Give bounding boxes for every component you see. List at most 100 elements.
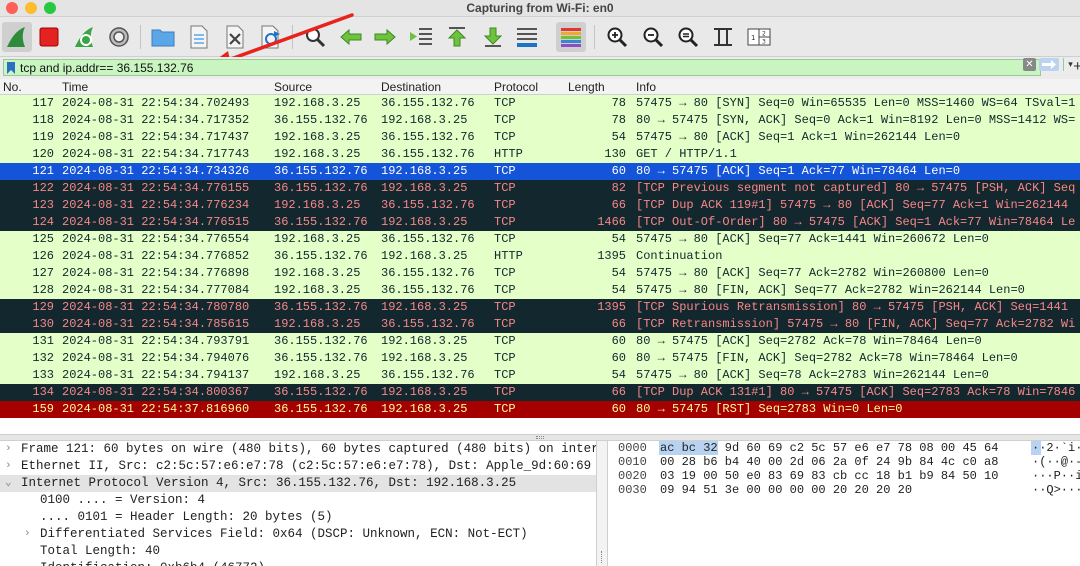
packet-cell-len: 78 <box>611 113 626 127</box>
resize-columns-button[interactable] <box>708 22 738 52</box>
column-header-destination[interactable]: Destination <box>381 80 441 94</box>
go-forward-button[interactable] <box>370 22 400 52</box>
packet-row[interactable]: 118 2024-08-31 22:54:34.717352 36.155.132.… <box>0 112 1080 129</box>
resize-columns-icon <box>714 28 732 46</box>
clear-filter-icon[interactable]: ✕ <box>1023 58 1036 71</box>
hex-bytes[interactable]: ac bc 32 9d 60 69 c2 5c 57 e6 e7 78 08 0… <box>660 441 998 455</box>
packet-row[interactable]: 159 2024-08-31 22:54:37.816960 36.155.132.… <box>0 401 1080 418</box>
vertical-splitter[interactable] <box>596 441 608 566</box>
expand-toggle-icon[interactable]: › <box>5 458 15 475</box>
packet-row[interactable]: 134 2024-08-31 22:54:34.800367 36.155.132.… <box>0 384 1080 401</box>
expand-toggle-icon[interactable]: › <box>5 441 15 458</box>
packet-cell-no: 122 <box>32 181 54 195</box>
detail-tree-item[interactable]: 0100 .... = Version: 4 <box>0 492 596 509</box>
stop-square-icon <box>39 27 59 47</box>
detail-tree-item[interactable]: › Differentiated Services Field: 0x64 (DS… <box>0 526 596 543</box>
hex-bytes[interactable]: 09 94 51 3e 00 00 00 00 20 20 20 20 <box>660 483 912 497</box>
packet-row[interactable]: 125 2024-08-31 22:54:34.776554 192.168.3.2… <box>0 231 1080 248</box>
packet-cell-src: 192.168.3.25 <box>274 283 361 297</box>
packet-row[interactable]: 120 2024-08-31 22:54:34.717743 192.168.3.2… <box>0 146 1080 163</box>
packet-row[interactable]: 122 2024-08-31 22:54:34.776155 36.155.132.… <box>0 180 1080 197</box>
packet-cell-no: 130 <box>32 317 54 331</box>
go-first-button[interactable] <box>442 22 472 52</box>
packet-cell-dst: 36.155.132.76 <box>381 198 475 212</box>
capture-options-button[interactable] <box>104 22 134 52</box>
packet-row[interactable]: 121 2024-08-31 22:54:34.734326 36.155.132.… <box>0 163 1080 180</box>
auto-scroll-button[interactable] <box>512 22 542 52</box>
start-capture-button[interactable] <box>2 22 32 52</box>
packet-cell-src: 192.168.3.25 <box>274 198 361 212</box>
expand-toggle-icon[interactable]: ⌄ <box>5 475 15 492</box>
packet-cell-no: 129 <box>32 300 54 314</box>
column-header-source[interactable]: Source <box>274 80 312 94</box>
packet-row[interactable]: 123 2024-08-31 22:54:34.776234 192.168.3.2… <box>0 197 1080 214</box>
packet-cell-dst: 192.168.3.25 <box>381 334 468 348</box>
go-last-button[interactable] <box>478 22 508 52</box>
detail-tree-item[interactable]: Total Length: 40 <box>0 543 596 560</box>
packet-row[interactable]: 133 2024-08-31 22:54:34.794137 192.168.3.2… <box>0 367 1080 384</box>
packet-row[interactable]: 130 2024-08-31 22:54:34.785615 192.168.3.2… <box>0 316 1080 333</box>
detail-tree-item[interactable]: ⌄ Internet Protocol Version 4, Src: 36.15… <box>0 475 596 492</box>
expand-toggle-icon[interactable]: › <box>24 526 34 543</box>
column-header-length[interactable]: Length <box>568 80 605 94</box>
packet-row[interactable]: 127 2024-08-31 22:54:34.776898 192.168.3.2… <box>0 265 1080 282</box>
bookmark-icon[interactable] <box>5 60 17 75</box>
detail-tree-item[interactable]: › Ethernet II, Src: c2:5c:57:e6:e7:78 (c2… <box>0 458 596 475</box>
layout-button[interactable]: 1 2 3 <box>744 22 774 52</box>
packet-row[interactable]: 117 2024-08-31 22:54:34.702493 192.168.3.2… <box>0 95 1080 112</box>
hex-bytes[interactable]: 00 28 b6 b4 40 00 2d 06 2a 0f 24 9b 84 4… <box>660 455 998 469</box>
open-file-button[interactable] <box>148 22 178 52</box>
packet-row[interactable]: 128 2024-08-31 22:54:34.777084 192.168.3.2… <box>0 282 1080 299</box>
packet-row[interactable]: 131 2024-08-31 22:54:34.793791 36.155.132.… <box>0 333 1080 350</box>
detail-tree-item[interactable]: Identification: 0xb6b4 (46772) <box>0 560 596 566</box>
svg-text:2: 2 <box>762 31 766 38</box>
packet-row[interactable]: 129 2024-08-31 22:54:34.780780 36.155.132.… <box>0 299 1080 316</box>
stop-capture-button[interactable] <box>34 22 64 52</box>
restart-capture-button[interactable] <box>70 22 100 52</box>
column-header-protocol[interactable]: Protocol <box>494 80 538 94</box>
add-filter-button-icon[interactable]: + <box>1073 58 1080 75</box>
packet-cell-no: 126 <box>32 249 54 263</box>
column-header-time[interactable]: Time <box>62 80 88 94</box>
packet-cell-info: 57475 → 80 [SYN] Seq=0 Win=65535 Len=0 M… <box>636 96 1076 110</box>
display-filter-bar: tcp and ip.addr== 36.155.132.76 ✕ ▾ + <box>0 57 1080 78</box>
hex-ascii[interactable]: ·(··@·-· <box>1032 455 1080 469</box>
packet-row[interactable]: 126 2024-08-31 22:54:34.776852 36.155.132.… <box>0 248 1080 265</box>
apply-filter-icon[interactable] <box>1039 58 1059 71</box>
packet-row[interactable]: 132 2024-08-31 22:54:34.794076 36.155.132.… <box>0 350 1080 367</box>
colorize-button[interactable] <box>556 22 586 52</box>
packet-cell-proto: HTTP <box>494 147 523 161</box>
hex-ascii[interactable]: ··Q>···· <box>1032 483 1080 497</box>
display-filter-input[interactable]: tcp and ip.addr== 36.155.132.76 <box>3 59 1041 76</box>
packet-cell-len: 130 <box>604 147 626 161</box>
detail-tree-item[interactable]: › Frame 121: 60 bytes on wire (480 bits),… <box>0 441 596 458</box>
packet-cell-dst: 36.155.132.76 <box>381 96 475 110</box>
zoom-reset-button[interactable] <box>673 22 703 52</box>
auto-scroll-icon <box>517 28 537 47</box>
packet-cell-src: 36.155.132.76 <box>274 113 368 127</box>
display-filter-text: tcp and ip.addr== 36.155.132.76 <box>20 60 194 75</box>
detail-tree-item[interactable]: .... 0101 = Header Length: 20 bytes (5) <box>0 509 596 526</box>
hex-row: 0020 03 19 00 50 e0 83 69 83 cb cc 18 b1 … <box>608 469 1080 483</box>
packet-cell-info: 57475 → 80 [ACK] Seq=78 Ack=2783 Win=262… <box>636 368 989 382</box>
hex-bytes[interactable]: 03 19 00 50 e0 83 69 83 cb cc 18 b1 b9 8… <box>660 469 998 483</box>
packet-row[interactable]: 119 2024-08-31 22:54:34.717437 192.168.3.2… <box>0 129 1080 146</box>
column-header-no[interactable]: No. <box>3 80 22 94</box>
column-header-info[interactable]: Info <box>636 80 656 94</box>
packet-cell-no: 118 <box>32 113 54 127</box>
hex-offset[interactable]: 0030 <box>618 483 647 497</box>
packet-cell-len: 54 <box>611 130 626 144</box>
zoom-out-button[interactable] <box>638 22 668 52</box>
packet-cell-no: 131 <box>32 334 54 348</box>
hex-ascii[interactable]: ··2·`i·\ <box>1032 441 1080 455</box>
hex-offset[interactable]: 0020 <box>618 469 647 483</box>
hex-offset[interactable]: 0010 <box>618 455 647 469</box>
pane-splitter[interactable] <box>0 434 1080 441</box>
hex-ascii[interactable]: ···P··i· <box>1032 469 1080 483</box>
packet-cell-len: 60 <box>611 351 626 365</box>
zoom-in-button[interactable] <box>602 22 632 52</box>
go-to-packet-button[interactable] <box>406 22 436 52</box>
packet-row[interactable]: 124 2024-08-31 22:54:34.776515 36.155.132.… <box>0 214 1080 231</box>
packet-cell-dst: 36.155.132.76 <box>381 266 475 280</box>
hex-offset[interactable]: 0000 <box>618 441 647 455</box>
